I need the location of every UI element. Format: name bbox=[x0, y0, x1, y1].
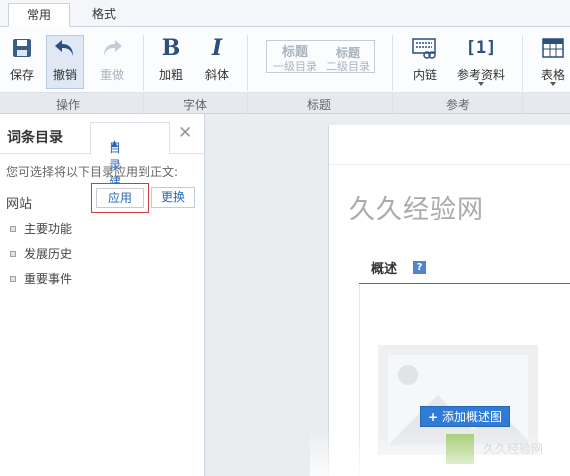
table-icon bbox=[536, 33, 570, 63]
redo-icon bbox=[96, 33, 128, 63]
toc-list-item: 主要功能 bbox=[10, 220, 72, 237]
undo-button[interactable]: 撤销 bbox=[47, 33, 83, 83]
group-label-heading: 标题 bbox=[307, 98, 332, 112]
reference-icon: [1] bbox=[465, 38, 497, 58]
toc-site-label: 网站 bbox=[6, 197, 33, 212]
bullet-icon bbox=[10, 276, 16, 282]
divider bbox=[247, 35, 248, 91]
chevron-up-icon: ▲ bbox=[111, 139, 118, 149]
italic-icon: I bbox=[211, 35, 223, 61]
add-overview-image-button[interactable]: + 添加概述图 bbox=[420, 406, 510, 427]
divider bbox=[247, 93, 248, 115]
toc-item-label: 发展历史 bbox=[24, 247, 73, 261]
heading-level1-top: 标题 bbox=[281, 45, 308, 60]
tab-common[interactable]: 常用 bbox=[8, 3, 70, 27]
watermark-logo bbox=[446, 434, 474, 464]
divider bbox=[392, 35, 393, 91]
apply-button[interactable]: 应用 bbox=[96, 188, 144, 208]
group-label-reference: 参考 bbox=[446, 98, 471, 112]
divider bbox=[522, 93, 523, 115]
help-icon[interactable]: ? bbox=[413, 261, 426, 274]
editor-area: 久久经验网 概述 ? + 添加概述图 bbox=[206, 114, 570, 476]
heading-buttons: 标题 一级目录 标题 二级目录 bbox=[266, 40, 375, 73]
tab-toc-suggestion[interactable]: 目录建议▲ bbox=[90, 122, 170, 206]
overview-divider bbox=[359, 283, 570, 284]
heading-level1-bottom: 一级目录 bbox=[273, 60, 317, 73]
inner-link-icon bbox=[408, 33, 442, 63]
add-overview-image-label: 添加概述图 bbox=[441, 410, 502, 424]
ribbon-tab-bar: 常用 格式 bbox=[0, 0, 570, 27]
divider bbox=[392, 93, 393, 115]
ribbon-group-labels: 操作 字体 标题 参考 bbox=[0, 92, 570, 115]
heading-level2-button[interactable]: 标题 二级目录 bbox=[322, 46, 374, 74]
reference-button[interactable]: [1] 参考资料 bbox=[454, 33, 508, 86]
redo-label: 重做 bbox=[99, 68, 124, 82]
inner-link-button[interactable]: 内链 bbox=[408, 33, 442, 83]
bullet-icon bbox=[10, 226, 16, 232]
chevron-down-icon bbox=[478, 82, 484, 86]
save-icon bbox=[6, 33, 38, 63]
close-icon[interactable]: ✕ bbox=[178, 123, 192, 143]
save-label: 保存 bbox=[9, 68, 34, 82]
divider bbox=[143, 35, 144, 91]
inner-link-label: 内链 bbox=[412, 68, 437, 82]
apply-button-highlight: 应用 bbox=[91, 183, 149, 213]
tab-format[interactable]: 格式 bbox=[80, 3, 128, 27]
toc-list-item: 发展历史 bbox=[10, 245, 72, 262]
heading-level1-button[interactable]: 标题 一级目录 bbox=[269, 46, 321, 74]
bullet-icon bbox=[10, 251, 16, 257]
watermark-text: 久久经验网 bbox=[483, 442, 544, 456]
chevron-down-icon bbox=[550, 82, 556, 86]
table-button[interactable]: 表格 bbox=[536, 33, 570, 86]
ribbon-toolbar: 保存 撤销 重做 B 加粗 I 斜体 标题 一级目录 标题 二级目录 内链 [1… bbox=[0, 27, 570, 92]
toc-item-label: 重要事件 bbox=[24, 272, 73, 286]
toc-description: 您可选择将以下目录应用到正文: bbox=[6, 165, 179, 179]
group-label-operation: 操作 bbox=[56, 98, 81, 112]
group-label-font: 字体 bbox=[183, 98, 208, 112]
editor-page: 久久经验网 概述 ? + 添加概述图 bbox=[328, 125, 570, 476]
redo-button[interactable]: 重做 bbox=[96, 33, 128, 83]
entry-title[interactable]: 久久经验网 bbox=[349, 189, 484, 226]
save-button[interactable]: 保存 bbox=[6, 33, 38, 83]
reference-label: 参考资料 bbox=[456, 68, 505, 82]
table-label: 表格 bbox=[540, 68, 565, 82]
bold-label: 加粗 bbox=[158, 68, 183, 82]
italic-label: 斜体 bbox=[204, 68, 229, 82]
toc-list-item: 重要事件 bbox=[10, 270, 72, 287]
bold-button[interactable]: B 加粗 bbox=[155, 33, 187, 83]
italic-button[interactable]: I 斜体 bbox=[201, 33, 233, 83]
toc-panel: 词条目录 目录建议▲ ✕ 您可选择将以下目录应用到正文: 网站 应用 更换 主要… bbox=[0, 114, 205, 476]
toc-panel-header: 词条目录 目录建议▲ ✕ bbox=[0, 114, 205, 206]
undo-label: 撤销 bbox=[52, 68, 77, 82]
toc-item-label: 主要功能 bbox=[24, 222, 73, 236]
change-button[interactable]: 更换 bbox=[151, 187, 195, 208]
heading-level2-bottom: 二级目录 bbox=[326, 60, 370, 73]
overview-heading: 概述 bbox=[371, 262, 398, 277]
toc-panel-title: 词条目录 bbox=[7, 130, 63, 146]
plus-icon: + bbox=[428, 410, 439, 424]
bold-icon: B bbox=[161, 35, 181, 61]
undo-icon bbox=[47, 33, 83, 63]
divider bbox=[522, 35, 523, 91]
heading-level2-top: 标题 bbox=[335, 46, 360, 60]
divider bbox=[143, 93, 144, 115]
page-top-band bbox=[329, 125, 570, 165]
